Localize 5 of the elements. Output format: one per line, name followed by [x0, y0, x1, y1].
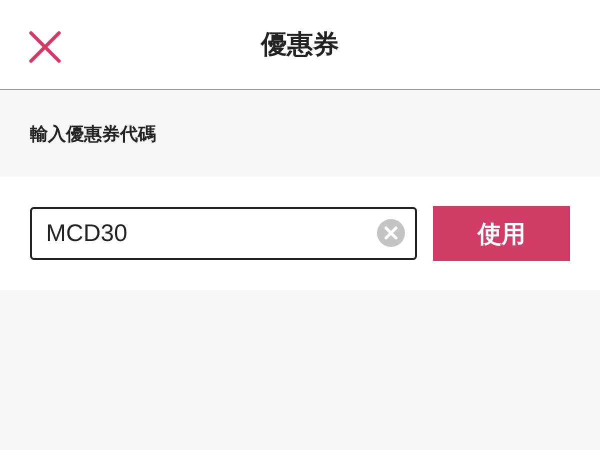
coupon-input-field[interactable]: MCD30 — [30, 207, 417, 260]
page-title: 優惠券 — [261, 29, 339, 62]
apply-button[interactable]: 使用 — [433, 206, 570, 261]
close-icon[interactable] — [28, 30, 62, 64]
section-label: 輸入優惠券代碼 — [30, 122, 156, 146]
